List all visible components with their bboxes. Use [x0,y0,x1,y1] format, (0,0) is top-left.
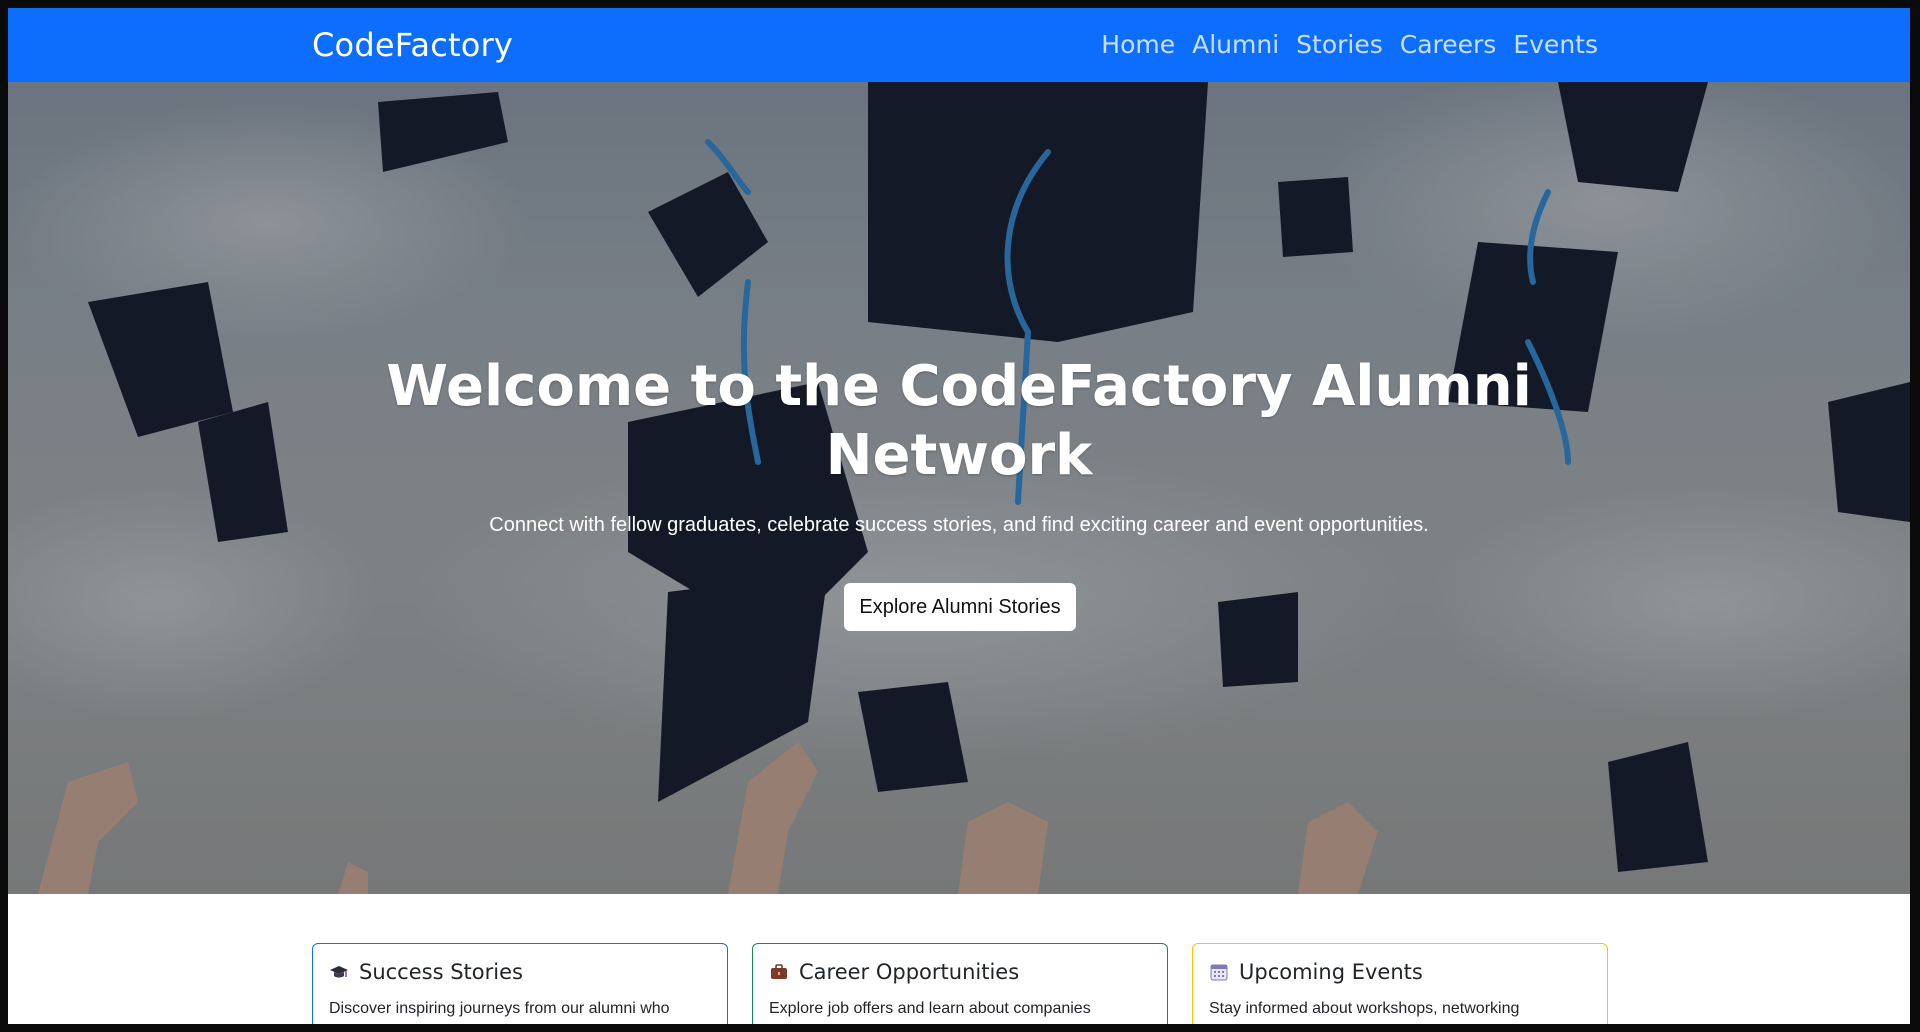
card-title: Career Opportunities [799,960,1020,984]
card-text: Stay informed about workshops, networkin… [1209,1000,1520,1017]
card-success-stories[interactable]: Success Stories Discover inspiring journ… [312,943,728,1024]
nav-link-home[interactable]: Home [1101,30,1175,59]
hero-subtitle: Connect with fellow graduates, celebrate… [489,514,1429,536]
card-title-row: Success Stories [329,960,523,984]
calendar-icon [1210,964,1228,981]
hero-section: Welcome to the CodeFactory Alumni Networ… [8,82,1910,894]
briefcase-icon [771,964,787,979]
navbar: CodeFactory Home Alumni Stories Careers … [8,8,1910,82]
card-title: Upcoming Events [1239,960,1423,984]
card-title: Success Stories [359,960,523,984]
graduation-cap-icon [330,966,348,978]
browser-page: CodeFactory Home Alumni Stories Careers … [8,8,1910,1024]
nav-link-events[interactable]: Events [1513,30,1598,59]
hero-title: Welcome to the CodeFactory Alumni Networ… [386,354,1532,488]
card-upcoming-events[interactable]: Upcoming Events Stay informed about work… [1192,943,1608,1024]
explore-alumni-stories-button[interactable]: Explore Alumni Stories [844,583,1076,631]
card-career-opportunities[interactable]: Career Opportunities Explore job offers … [752,943,1168,1024]
nav-link-stories[interactable]: Stories [1296,30,1383,59]
card-text: Discover inspiring journeys from our alu… [329,1000,670,1017]
brand-logo[interactable]: CodeFactory [312,26,513,64]
card-text: Explore job offers and learn about compa… [769,1000,1091,1017]
nav-link-alumni[interactable]: Alumni [1192,30,1279,59]
nav-links: Home Alumni Stories Careers Events [1101,30,1598,59]
card-title-row: Upcoming Events [1209,960,1423,984]
card-title-row: Career Opportunities [769,960,1019,984]
nav-link-careers[interactable]: Careers [1400,30,1497,59]
